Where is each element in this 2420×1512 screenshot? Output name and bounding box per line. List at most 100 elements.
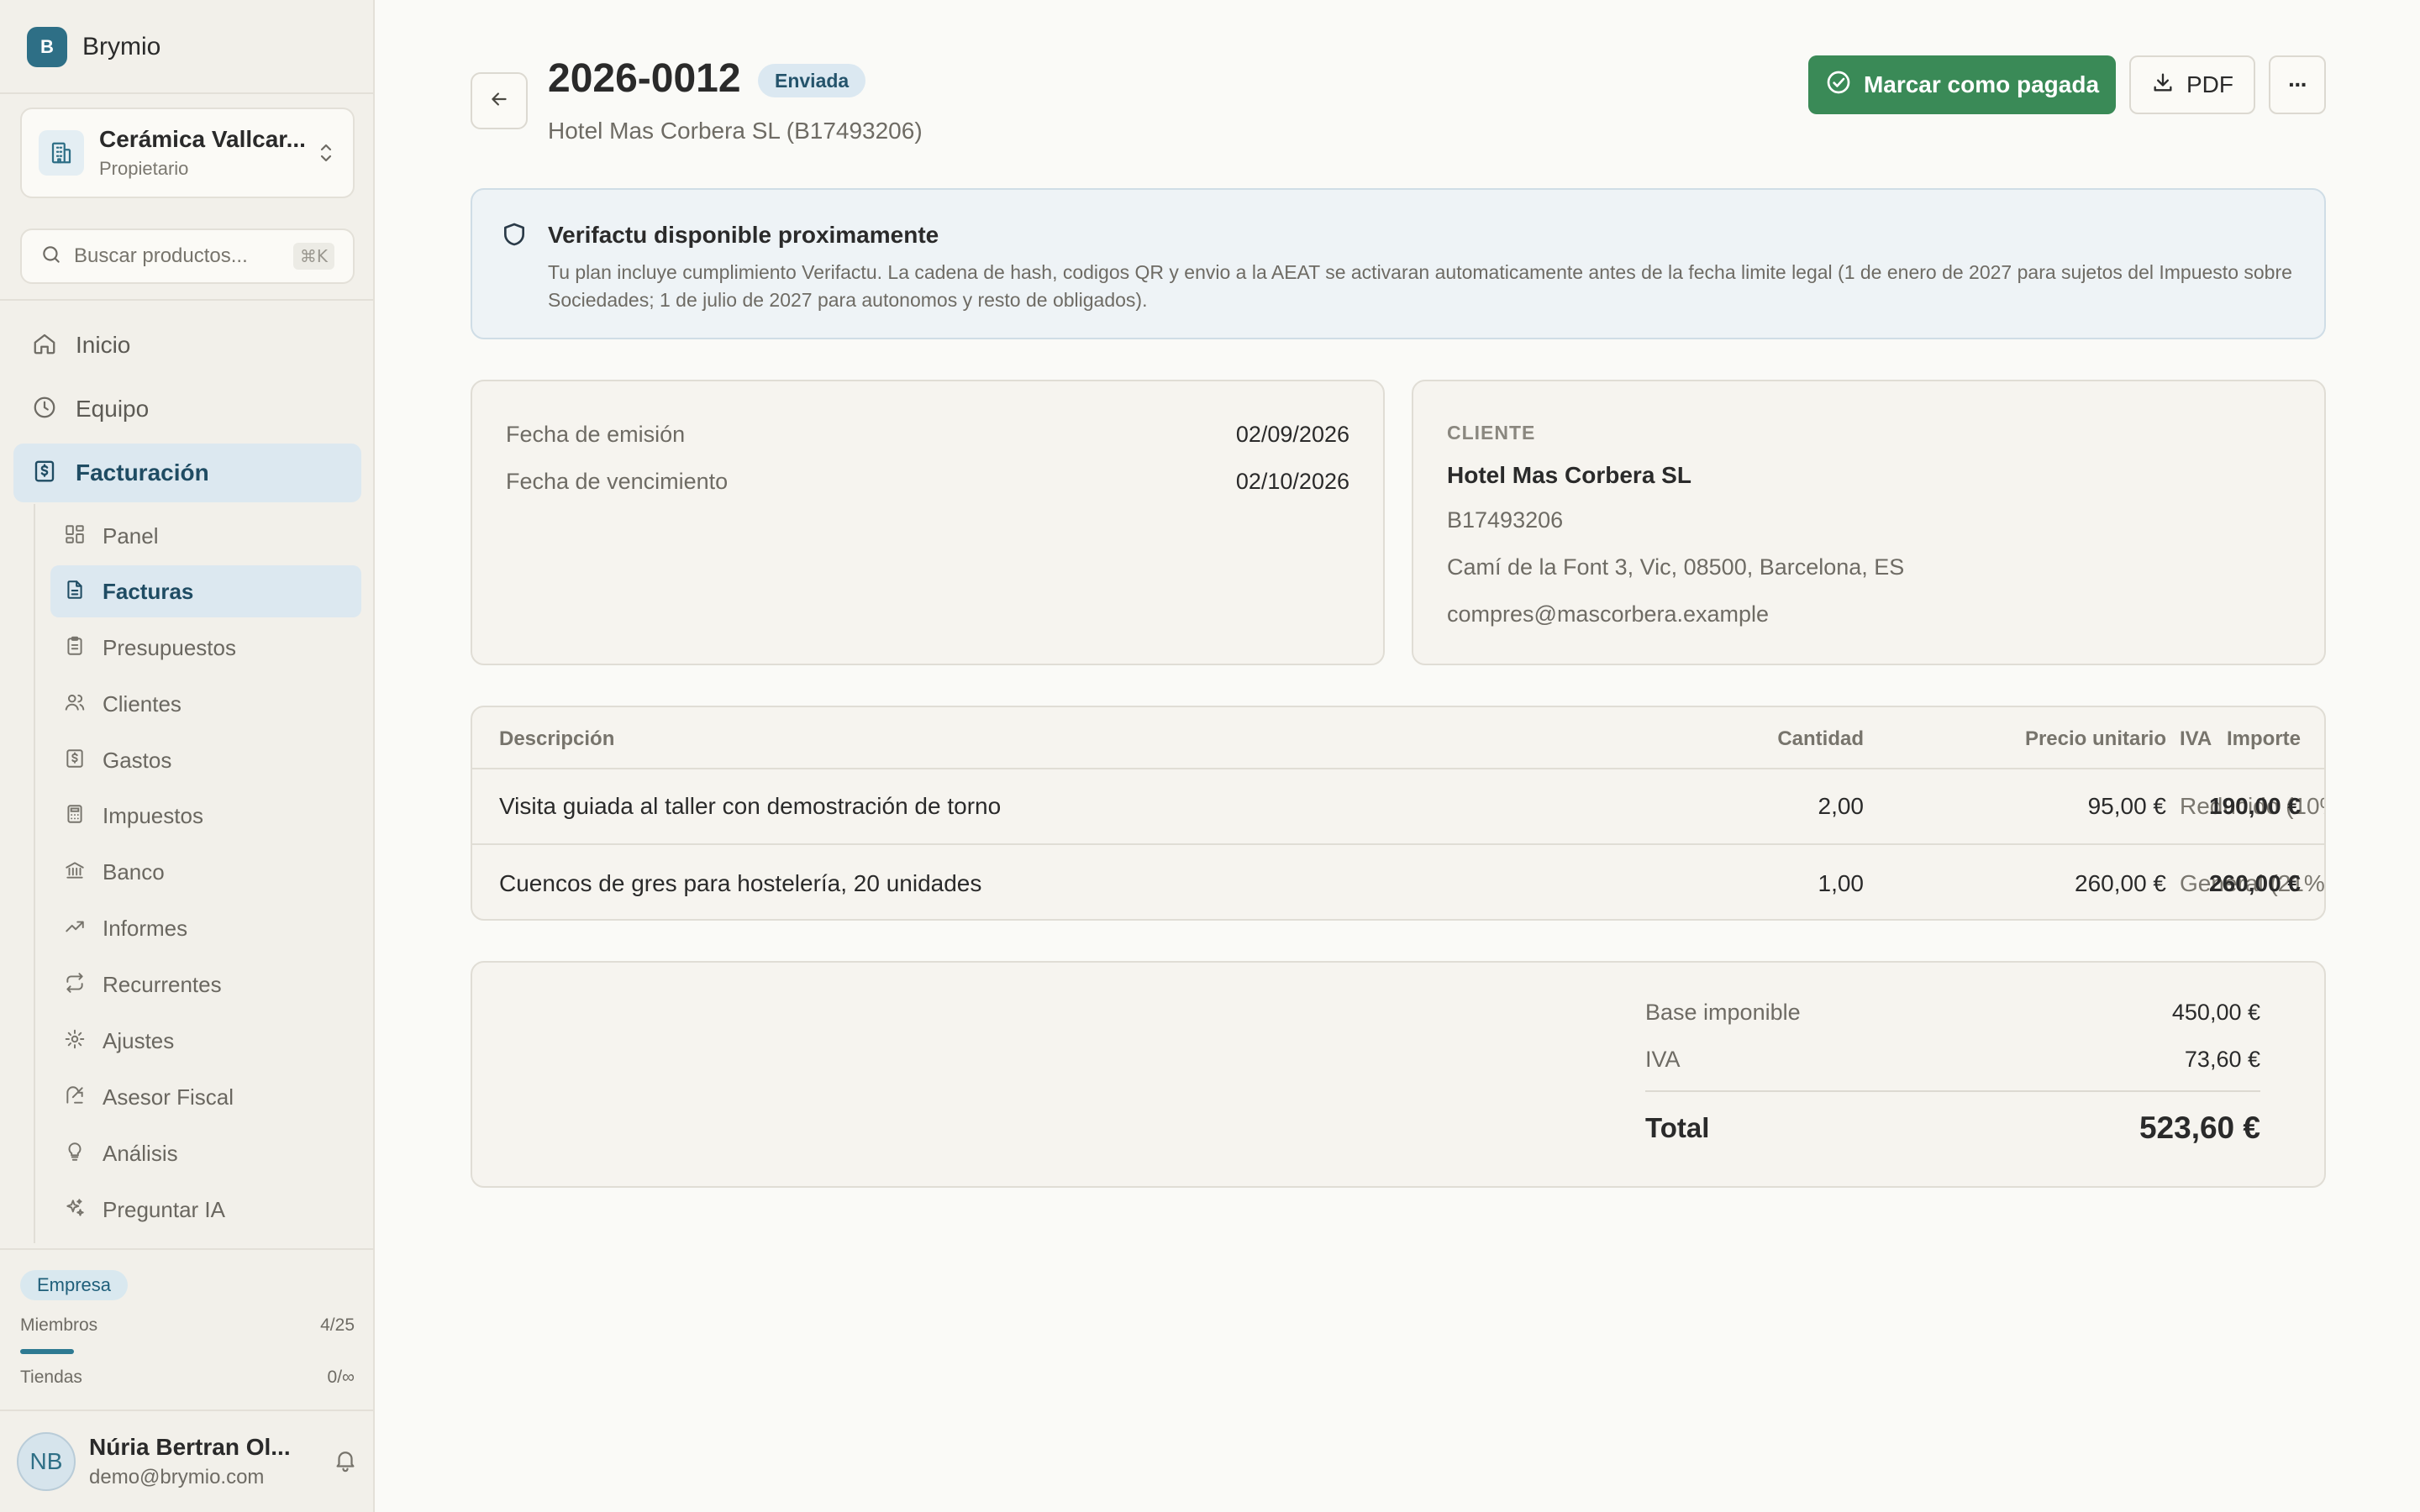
- calculator-icon: [64, 803, 86, 829]
- trending-up-icon: [64, 916, 86, 942]
- arrow-left-icon: [488, 88, 510, 114]
- subnav-label: Análisis: [103, 1140, 178, 1166]
- subnav-label: Asesor Fiscal: [103, 1084, 234, 1110]
- members-label: Miembros: [20, 1315, 98, 1335]
- organization-role: Propietario: [99, 158, 189, 179]
- issue-date-value: 02/09/2026: [1235, 422, 1349, 447]
- subnav-item-banco[interactable]: Banco: [50, 846, 361, 898]
- subnav-label: Banco: [103, 858, 165, 885]
- members-value: 4/25: [320, 1315, 355, 1335]
- dashboard-icon: [64, 523, 86, 549]
- subnav-item-clientes[interactable]: Clientes: [50, 678, 361, 730]
- table-row: Cuencos de gres para hostelería, 20 unid…: [472, 847, 2324, 919]
- subnav-label: Informes: [103, 915, 188, 941]
- chevron-up-down-icon: [316, 141, 336, 165]
- row-amount: 190,00 €: [2209, 793, 2301, 819]
- user-email: demo@brymio.com: [89, 1466, 265, 1488]
- organization-switcher[interactable]: Cerámica Vallcar... Propietario: [20, 108, 355, 198]
- vat-total-row: IVA 73,60 €: [1645, 1047, 2260, 1073]
- subnav-item-facturas[interactable]: Facturas: [50, 565, 361, 617]
- receipt-icon: [32, 459, 57, 488]
- row-description: Visita guiada al taller con demostración…: [499, 793, 1002, 819]
- invoice-number: 2026-0012: [548, 56, 741, 101]
- subnav-item-panel[interactable]: Panel: [50, 510, 361, 562]
- verifactu-notice: Verifactu disponible proximamente Tu pla…: [471, 188, 2326, 339]
- invoice-client-line: Hotel Mas Corbera SL (B17493206): [548, 118, 923, 144]
- subnav-item-gastos[interactable]: Gastos: [50, 734, 361, 786]
- pdf-button[interactable]: PDF: [2129, 55, 2255, 114]
- mark-paid-label: Marcar como pagada: [1863, 71, 2100, 97]
- due-date-row: Fecha de vencimiento 02/10/2026: [506, 469, 1349, 495]
- nav-label: Facturación: [76, 459, 209, 486]
- totals-card: Base imponible 450,00 € IVA 73,60 € Tota…: [471, 961, 2326, 1188]
- divider: [0, 92, 375, 94]
- nav-item-inicio[interactable]: Inicio: [13, 316, 361, 375]
- user-name: Núria Bertran Ol...: [89, 1434, 291, 1460]
- user-menu[interactable]: NB Núria Bertran Ol... demo@brymio.com: [0, 1411, 375, 1512]
- subnav-item-recurrentes[interactable]: Recurrentes: [50, 958, 361, 1011]
- subnav-label: Presupuestos: [103, 634, 236, 660]
- client-section-label: CLIENTE: [1447, 422, 1536, 444]
- nav-label: Inicio: [76, 332, 131, 358]
- organization-name: Cerámica Vallcar...: [99, 126, 306, 152]
- table-header: Descripción Cantidad Precio unitario IVA…: [472, 707, 2324, 769]
- members-progress-fill: [20, 1349, 74, 1354]
- subnav-label: Panel: [103, 522, 159, 549]
- issue-date-row: Fecha de emisión 02/09/2026: [506, 422, 1349, 448]
- subnav-item-presupuestos[interactable]: Presupuestos: [50, 622, 361, 674]
- clipboard-icon: [64, 635, 86, 661]
- row-description: Cuencos de gres para hostelería, 20 unid…: [499, 870, 982, 896]
- search-placeholder: Buscar productos...: [74, 244, 248, 267]
- subnav-label: Clientes: [103, 690, 182, 717]
- row-unit-price: 95,00 €: [2087, 793, 2166, 819]
- notice-title: Verifactu disponible proximamente: [548, 222, 939, 248]
- client-name: Hotel Mas Corbera SL: [1447, 462, 1691, 488]
- nav-label: Equipo: [76, 396, 150, 422]
- back-button[interactable]: [471, 72, 528, 129]
- submenu-rail: [34, 504, 35, 1243]
- brand-logo: B: [27, 27, 67, 67]
- clock-icon: [32, 395, 57, 424]
- column-header-unit-price: Precio unitario: [2024, 727, 2166, 750]
- issue-date-label: Fecha de emisión: [506, 422, 686, 447]
- divider: [0, 299, 375, 301]
- subnav-label: Ajustes: [103, 1027, 175, 1053]
- receipt-icon: [64, 748, 86, 774]
- subnav-item-preguntar-ia[interactable]: Preguntar IA: [50, 1184, 361, 1236]
- members-meter: Miembros 4/25: [20, 1315, 355, 1336]
- grand-total-row: Total 523,60 €: [1645, 1110, 2260, 1146]
- subnav-label: Impuestos: [103, 802, 203, 828]
- advisor-icon: [64, 1084, 86, 1110]
- row-unit-price: 260,00 €: [2075, 870, 2166, 896]
- subtotal-label: Base imponible: [1645, 1000, 1801, 1025]
- mark-paid-button[interactable]: Marcar como pagada: [1808, 55, 2116, 114]
- brand[interactable]: B Brymio: [27, 27, 160, 67]
- subnav-item-asesor-fiscal[interactable]: Asesor Fiscal: [50, 1071, 361, 1123]
- more-options-button[interactable]: ···: [2269, 55, 2326, 114]
- shield-icon: [501, 220, 528, 253]
- table-row: Visita guiada al taller con demostración…: [472, 769, 2324, 845]
- gear-icon: [64, 1028, 86, 1054]
- row-quantity: 1,00: [1818, 870, 1865, 896]
- subnav-item-impuestos[interactable]: Impuestos: [50, 790, 361, 842]
- subnav-label: Recurrentes: [103, 971, 222, 997]
- search-icon: [40, 244, 62, 270]
- notice-body: Tu plan incluye cumplimiento Verifactu. …: [548, 261, 2292, 311]
- column-header-amount: Importe: [2226, 727, 2301, 750]
- bell-icon[interactable]: [333, 1447, 358, 1477]
- subnav-item-informes[interactable]: Informes: [50, 902, 361, 954]
- column-header-quantity: Cantidad: [1777, 727, 1864, 750]
- nav-item-equipo[interactable]: Equipo: [13, 380, 361, 438]
- stores-label: Tiendas: [20, 1368, 82, 1387]
- sidebar: B Brymio Cerámica Vallcar... Propietario…: [0, 0, 375, 1512]
- subnav-item-ajustes[interactable]: Ajustes: [50, 1015, 361, 1067]
- search-input[interactable]: Buscar productos... ⌘K: [20, 228, 355, 284]
- stores-meter: Tiendas 0/∞: [20, 1368, 355, 1388]
- subnav-item-analisis[interactable]: Análisis: [50, 1127, 361, 1179]
- grand-total-value: 523,60 €: [2139, 1110, 2260, 1145]
- nav-item-facturacion[interactable]: Facturación: [13, 444, 361, 502]
- subnav-label: Gastos: [103, 747, 172, 773]
- line-items-table: Descripción Cantidad Precio unitario IVA…: [471, 706, 2326, 921]
- more-horizontal-icon: ···: [2288, 71, 2308, 97]
- due-date-label: Fecha de vencimiento: [506, 469, 729, 494]
